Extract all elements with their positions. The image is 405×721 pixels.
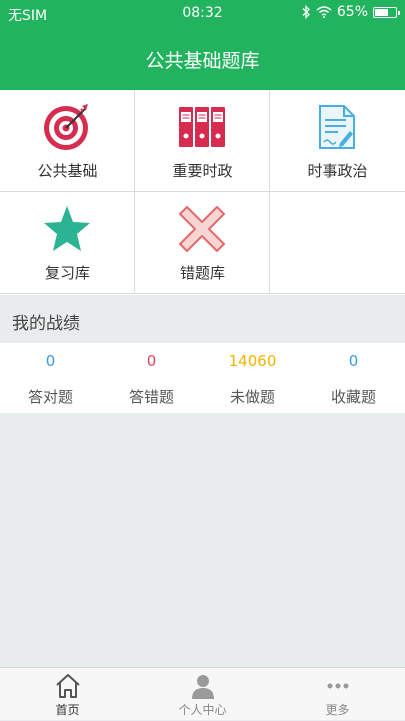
grid-item-label: 公共基础 (37, 162, 98, 180)
battery-percent: 65% (336, 4, 368, 20)
tab-label: 首页 (55, 703, 80, 717)
document-pen-icon (319, 105, 355, 149)
status-right: 65% (301, 4, 400, 20)
stat-label: 答错题 (128, 388, 174, 406)
battery-fill (375, 8, 388, 16)
page-title: 公共基础题库 (145, 49, 260, 72)
grid-item-current-affairs[interactable]: 时事政治 (270, 90, 405, 192)
person-icon (192, 675, 214, 699)
bluetooth-icon (302, 5, 310, 19)
grid-item-label: 重要时政 (172, 162, 233, 180)
grid-item-label: 复习库 (44, 264, 90, 282)
stats-panel: 0 答对题 0 答错题 14060 未做题 0 收藏题 (0, 343, 405, 413)
stat-correct[interactable]: 0 答对题 (0, 343, 101, 413)
wifi-icon (316, 6, 332, 18)
grid-item-public-basics[interactable]: 公共基础 (0, 90, 135, 192)
status-bar: 无SIM 08:32 65% (0, 0, 405, 28)
stat-value: 0 (45, 352, 56, 370)
tab-label: 个人中心 (178, 703, 227, 717)
stat-favorites[interactable]: 0 收藏题 (303, 343, 404, 413)
grid-item-review[interactable]: 复习库 (0, 192, 135, 294)
stat-value: 0 (348, 352, 359, 370)
tab-profile[interactable]: 个人中心 (135, 668, 270, 721)
stat-value: 14060 (228, 352, 277, 370)
tab-home[interactable]: 首页 (0, 668, 135, 721)
stat-value: 0 (146, 352, 157, 370)
section-header: 我的战绩 (0, 297, 405, 343)
stat-label: 收藏题 (330, 388, 376, 406)
home-icon (56, 674, 80, 698)
star-icon (44, 206, 90, 251)
grid-item-important-politics[interactable]: 重要时政 (135, 90, 270, 192)
target-icon (44, 104, 88, 150)
grid-item-wrong-questions[interactable]: 错题库 (135, 192, 270, 294)
nav-bar: 公共基础题库 (0, 28, 405, 90)
cross-icon (179, 206, 225, 252)
tab-bar: 首页 个人中心 更多 (0, 667, 405, 720)
more-icon (327, 683, 349, 689)
stat-label: 答对题 (27, 388, 73, 406)
tab-label: 更多 (325, 703, 350, 717)
tab-more[interactable]: 更多 (270, 668, 405, 721)
stat-wrong[interactable]: 0 答错题 (101, 343, 202, 413)
stat-label: 未做题 (229, 388, 275, 406)
category-grid: 公共基础 重要时政 时事政治 复习库 错题库 (0, 90, 405, 295)
grid-item-label: 时事政治 (307, 162, 368, 180)
binders-icon (179, 107, 225, 147)
section-title: 我的战绩 (12, 314, 80, 334)
stat-undone[interactable]: 14060 未做题 (202, 343, 303, 413)
grid-item-label: 错题库 (179, 264, 225, 282)
grid-empty-cell (270, 192, 405, 294)
battery-icon (373, 6, 400, 18)
